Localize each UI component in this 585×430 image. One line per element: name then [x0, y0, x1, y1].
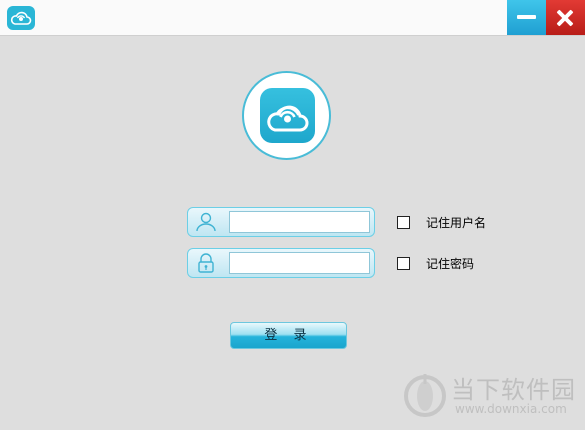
minimize-button[interactable]	[507, 0, 546, 35]
title-bar[interactable]	[0, 0, 585, 36]
cloud-eye-icon	[7, 6, 35, 30]
app-logo	[242, 71, 331, 160]
watermark: 当下软件园 www.downxia.com	[403, 370, 578, 420]
remember-password-checkbox[interactable]	[397, 256, 410, 270]
remember-username-row: 记住用户名	[397, 214, 486, 230]
cloud-eye-icon	[260, 88, 315, 143]
lock-icon	[194, 252, 218, 274]
watermark-title: 当下软件园	[451, 376, 576, 404]
login-button[interactable]: 登 录	[230, 322, 347, 349]
remember-username-label: 记住用户名	[426, 215, 487, 230]
remember-username-checkbox[interactable]	[397, 215, 410, 229]
username-input[interactable]	[229, 211, 370, 233]
user-icon	[194, 211, 218, 233]
watermark-logo-icon	[403, 372, 447, 418]
remember-password-label: 记住密码	[426, 256, 475, 271]
watermark-url: www.downxia.com	[455, 402, 567, 416]
close-button[interactable]	[546, 0, 585, 35]
minimize-icon	[517, 15, 536, 19]
login-window: 记住用户名 记住密码 登 录 当下软件园 www.downxia.com	[0, 0, 585, 430]
remember-password-row: 记住密码	[397, 255, 474, 271]
password-field	[187, 248, 375, 278]
password-input[interactable]	[229, 252, 370, 274]
username-field	[187, 207, 375, 237]
